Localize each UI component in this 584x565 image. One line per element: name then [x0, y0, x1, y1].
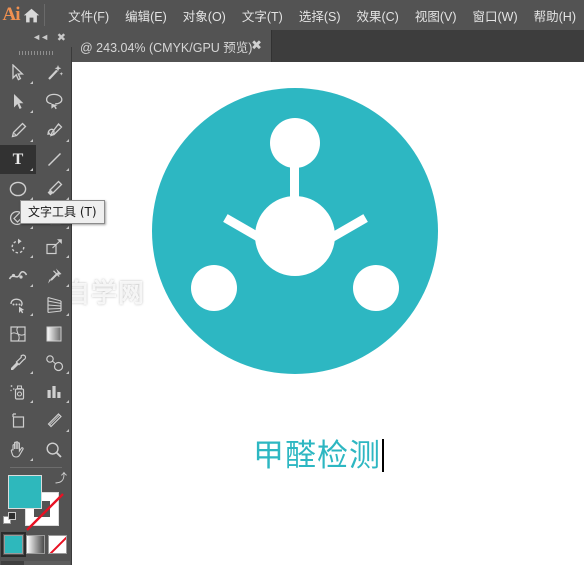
menu-help[interactable]: 帮助(H) — [526, 2, 584, 29]
menu-items: 文件(F) 编辑(E) 对象(O) 文字(T) 选择(S) 效果(C) 视图(V… — [60, 2, 584, 29]
draw-mode-buttons — [0, 561, 71, 565]
menu-object[interactable]: 对象(O) — [175, 2, 234, 29]
menu-window[interactable]: 窗口(W) — [465, 2, 526, 29]
symbol-sprayer-tool[interactable] — [0, 377, 36, 406]
flyout-indicator-icon — [30, 139, 33, 142]
flyout-indicator-icon — [30, 458, 33, 461]
flyout-indicator-icon — [30, 313, 33, 316]
tools-divider — [9, 467, 62, 468]
tool-tooltip: 文字工具 (T) — [20, 200, 105, 224]
draw-inside-button[interactable] — [47, 561, 70, 565]
draw-normal-button[interactable] — [1, 561, 24, 565]
atom-bottom-left — [191, 265, 237, 311]
blend-tool[interactable] — [36, 348, 72, 377]
artboard-tool[interactable] — [0, 406, 36, 435]
teal-circle-shape[interactable] — [152, 88, 438, 374]
hand-tool[interactable] — [0, 435, 36, 464]
close-icon[interactable]: ✖ — [251, 40, 262, 53]
flyout-indicator-icon — [30, 284, 33, 287]
width-tool[interactable] — [0, 261, 36, 290]
menu-separator — [43, 4, 45, 26]
app-logo-icon: Ai — [2, 4, 21, 25]
flyout-indicator-icon — [30, 400, 33, 403]
gradient-mode-button[interactable] — [26, 535, 45, 554]
flyout-indicator-icon — [66, 255, 69, 258]
artwork-text-value: 甲醛检测 — [253, 438, 381, 474]
gradient-tool[interactable] — [36, 319, 72, 348]
swap-fill-stroke-icon[interactable]: ⤴ — [55, 472, 67, 484]
tools-panel: ◄◄ ✖ T ⤴ 文字工具 (T) — [0, 30, 105, 565]
direct-selection-tool[interactable] — [0, 87, 36, 116]
text-cursor-caret — [382, 439, 384, 472]
flyout-indicator-icon — [66, 313, 69, 316]
line-segment-tool[interactable] — [36, 145, 72, 174]
flyout-indicator-icon — [30, 371, 33, 374]
draw-behind-button[interactable] — [24, 561, 47, 565]
flyout-indicator-icon — [66, 371, 69, 374]
collapse-panel-icon[interactable]: ◄◄ — [32, 33, 49, 42]
color-mode-button[interactable] — [1, 532, 26, 557]
menu-view[interactable]: 视图(V) — [407, 2, 465, 29]
slice-tool[interactable] — [36, 406, 72, 435]
menu-edit[interactable]: 编辑(E) — [117, 2, 175, 29]
flyout-indicator-icon — [30, 81, 33, 84]
illustrator-window: 甲醛检测 Ai 文件(F) 编辑(E) 对象(O) 文字(T) 选择(S) 效果… — [0, 0, 584, 565]
curvature-tool[interactable] — [36, 116, 72, 145]
flyout-indicator-icon — [66, 168, 69, 171]
free-transform-tool[interactable] — [36, 261, 72, 290]
flyout-indicator-icon — [66, 284, 69, 287]
perspective-grid-tool[interactable] — [36, 290, 72, 319]
zoom-tool[interactable] — [36, 435, 72, 464]
home-icon[interactable] — [22, 0, 41, 30]
atom-top — [270, 118, 320, 168]
ellipse-tool[interactable] — [0, 174, 36, 203]
shape-builder-tool[interactable] — [0, 290, 36, 319]
flyout-indicator-icon — [30, 110, 33, 113]
artwork-text[interactable]: 甲醛检测 — [253, 430, 384, 475]
flyout-indicator-icon — [66, 139, 69, 142]
column-graph-tool[interactable] — [36, 377, 72, 406]
scale-tool[interactable] — [36, 232, 72, 261]
flyout-indicator-icon — [66, 429, 69, 432]
canvas-area[interactable]: 甲醛检测 — [72, 62, 584, 565]
tools-panel-header: ◄◄ ✖ — [0, 30, 72, 47]
selection-tool[interactable] — [0, 58, 36, 87]
flyout-indicator-icon — [30, 255, 33, 258]
flyout-indicator-icon — [30, 226, 33, 229]
type-T-icon: T — [12, 150, 24, 168]
menu-type[interactable]: 文字(T) — [234, 2, 291, 29]
atom-center — [255, 196, 335, 276]
document-tab-bar: @ 243.04% (CMYK/GPU 预览) ✖ — [0, 30, 584, 62]
lasso-tool[interactable] — [36, 87, 72, 116]
rotate-tool[interactable] — [0, 232, 36, 261]
panel-drag-handle[interactable] — [0, 47, 71, 58]
pen-tool[interactable] — [0, 116, 36, 145]
fill-stroke-controls: ⤴ — [0, 471, 72, 533]
menu-select[interactable]: 选择(S) — [291, 2, 349, 29]
eyedropper-tool[interactable] — [0, 348, 36, 377]
tools-grid: T — [0, 58, 72, 464]
magic-wand-tool[interactable] — [36, 58, 72, 87]
menu-bar: Ai 文件(F) 编辑(E) 对象(O) 文字(T) 选择(S) 效果(C) 视… — [0, 0, 584, 30]
menu-effect[interactable]: 效果(C) — [348, 2, 406, 29]
document-tab-label: @ 243.04% (CMYK/GPU 预览) — [80, 40, 253, 55]
flyout-indicator-icon — [30, 168, 33, 171]
fill-mode-buttons — [0, 532, 71, 557]
menu-file[interactable]: 文件(F) — [60, 2, 117, 29]
none-mode-button[interactable] — [48, 535, 67, 554]
close-panel-icon[interactable]: ✖ — [57, 32, 66, 43]
flyout-indicator-icon — [66, 400, 69, 403]
flyout-indicator-icon — [66, 226, 69, 229]
artboard[interactable]: 甲醛检测 — [72, 62, 584, 565]
paintbrush-tool[interactable] — [36, 174, 72, 203]
mesh-tool[interactable] — [0, 319, 36, 348]
type-tool[interactable]: T — [0, 145, 36, 174]
fill-swatch[interactable] — [8, 475, 42, 509]
default-fill-stroke-icon[interactable] — [3, 512, 19, 533]
atom-bottom-right — [353, 265, 399, 311]
